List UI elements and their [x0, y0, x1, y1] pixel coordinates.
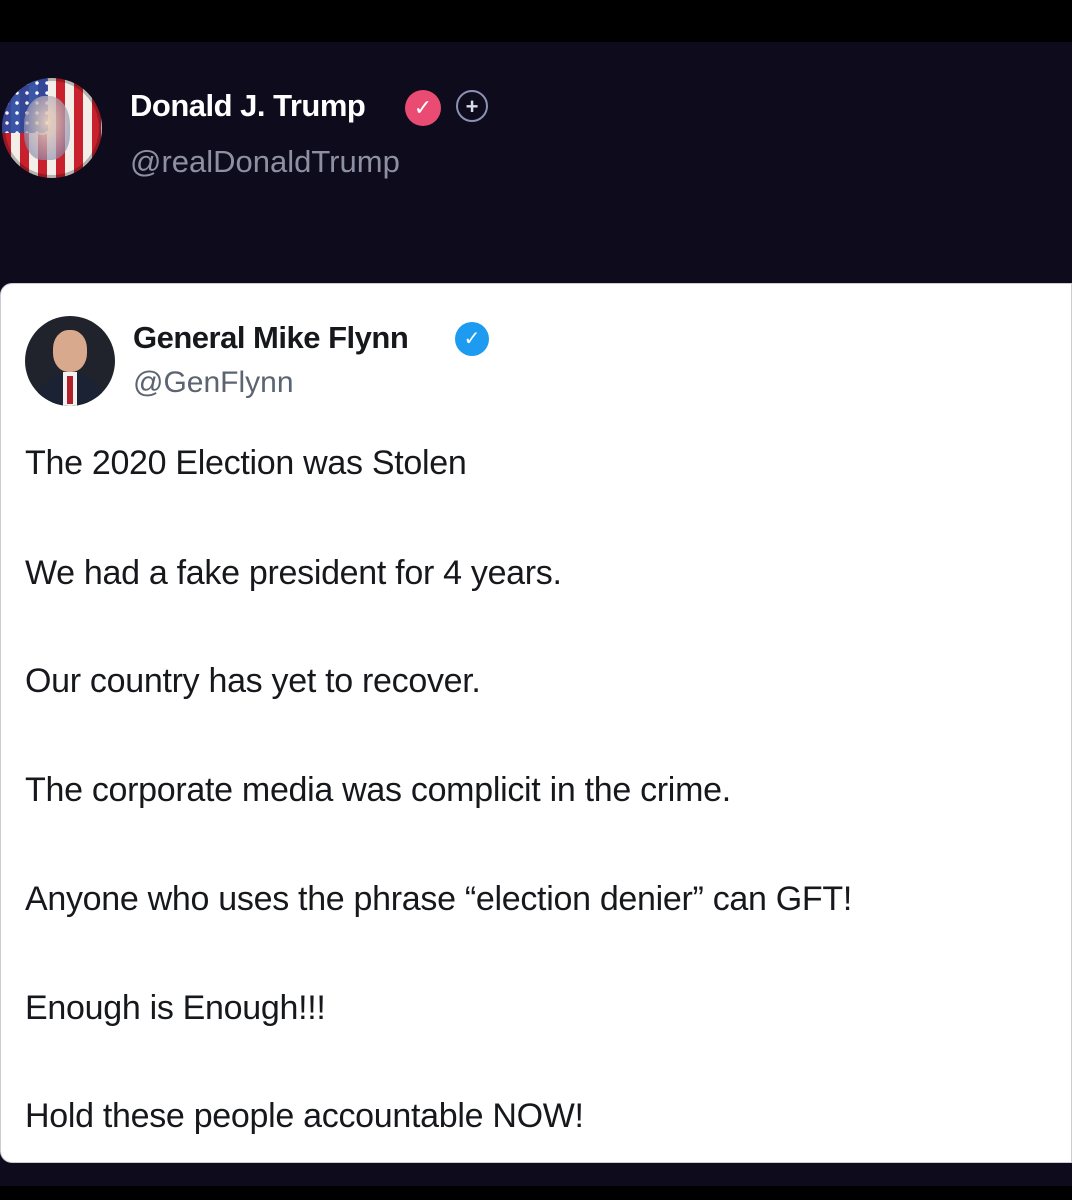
avatar-face — [53, 330, 87, 372]
tweet-text-line: Our country has yet to recover. — [25, 662, 481, 700]
verified-check-icon: ✓ — [405, 90, 441, 126]
plus-icon[interactable]: + — [456, 90, 488, 122]
avatar-trump[interactable] — [2, 78, 102, 178]
bottom-black-strip — [0, 1186, 1072, 1200]
avatar-tie — [67, 376, 73, 404]
tweet-text-line: The corporate media was complicit in the… — [25, 771, 731, 809]
author-name[interactable]: Donald J. Trump — [130, 88, 366, 124]
tweet-text-line: The 2020 Election was Stolen — [25, 444, 467, 482]
verified-check-icon: ✓ — [455, 322, 489, 356]
tweet-text-line: Anyone who uses the phrase “election den… — [25, 880, 852, 918]
tweet-text-line: Hold these people accountable NOW! — [25, 1097, 584, 1135]
quoted-author-name[interactable]: General Mike Flynn — [133, 320, 409, 356]
top-black-strip — [0, 0, 1072, 42]
quoted-author-handle[interactable]: @GenFlynn — [133, 366, 294, 400]
quoted-post-card[interactable]: General Mike Flynn ✓ @GenFlynn The 2020 … — [0, 283, 1072, 1163]
avatar-flynn[interactable] — [25, 316, 115, 406]
author-handle[interactable]: @realDonaldTrump — [130, 144, 400, 180]
tweet-text-line: We had a fake president for 4 years. — [25, 554, 562, 592]
tweet-text-line: Enough is Enough!!! — [25, 989, 326, 1027]
